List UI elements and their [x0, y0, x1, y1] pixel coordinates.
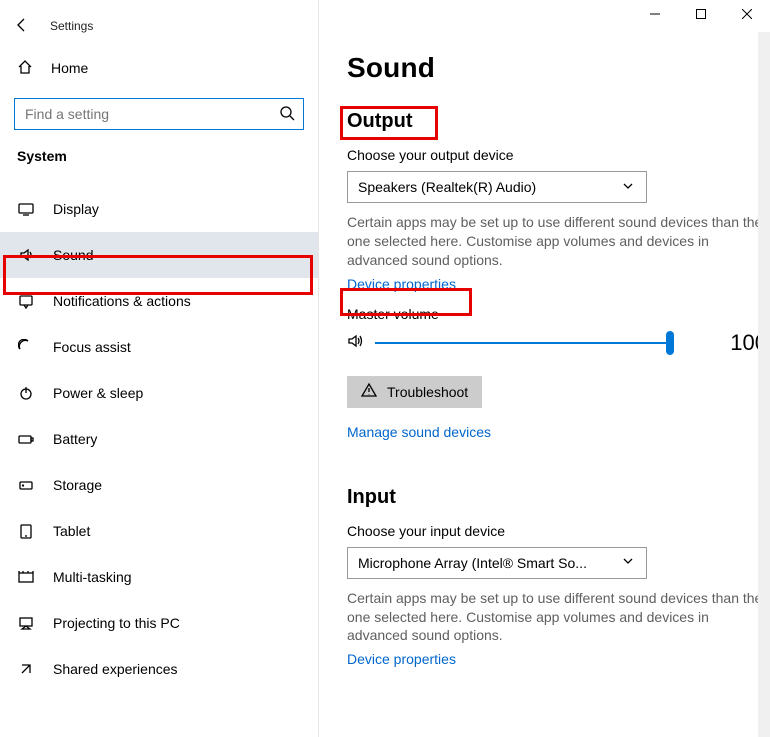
troubleshoot-button[interactable]: Troubleshoot: [347, 376, 482, 408]
output-helptext: Certain apps may be set up to use differ…: [347, 213, 767, 270]
troubleshoot-label: Troubleshoot: [387, 384, 468, 400]
sidebar-section-title: System: [0, 148, 318, 172]
sidebar-item-label: Tablet: [53, 523, 90, 539]
sidebar-item-label: Projecting to this PC: [53, 615, 180, 631]
sidebar-item-notifications[interactable]: Notifications & actions: [0, 278, 318, 324]
sidebar-item-focus-assist[interactable]: Focus assist: [0, 324, 318, 370]
input-choose-label: Choose your input device: [347, 523, 770, 539]
sidebar-item-label: Storage: [53, 477, 102, 493]
sidebar-item-label: Display: [53, 201, 99, 217]
output-device-value: Speakers (Realtek(R) Audio): [358, 179, 536, 195]
manage-sound-devices-link[interactable]: Manage sound devices: [347, 424, 491, 440]
shared-icon: [17, 661, 35, 677]
topbar: Settings: [0, 4, 318, 48]
search-input[interactable]: [14, 98, 304, 130]
scrollbar[interactable]: [758, 32, 770, 737]
home-label: Home: [51, 60, 88, 76]
display-icon: [17, 201, 35, 217]
slider-thumb[interactable]: [666, 331, 674, 355]
search-icon: [279, 105, 295, 124]
back-button[interactable]: [14, 17, 30, 36]
tablet-icon: [17, 523, 35, 539]
slider-track: [375, 342, 674, 344]
power-icon: [17, 385, 35, 401]
maximize-button[interactable]: [678, 0, 724, 28]
home-icon: [17, 59, 33, 78]
search-field[interactable]: [23, 105, 279, 123]
sidebar-item-display[interactable]: Display: [0, 186, 318, 232]
sidebar-item-label: Shared experiences: [53, 661, 178, 677]
chevron-down-icon: [620, 178, 636, 197]
input-helptext: Certain apps may be set up to use differ…: [347, 589, 767, 646]
output-device-properties-link[interactable]: Device properties: [347, 276, 456, 292]
sidebar-item-label: Battery: [53, 431, 97, 447]
sound-icon: [17, 247, 35, 263]
window-controls: [632, 0, 770, 28]
sidebar-item-label: Multi-tasking: [53, 569, 132, 585]
sidebar-item-projecting[interactable]: Projecting to this PC: [0, 600, 318, 646]
sidebar-item-shared-experiences[interactable]: Shared experiences: [0, 646, 318, 692]
sidebar: Settings Home System Display: [0, 0, 319, 737]
sidebar-item-power-sleep[interactable]: Power & sleep: [0, 370, 318, 416]
sidebar-item-label: Power & sleep: [53, 385, 143, 401]
focus-assist-icon: [17, 339, 35, 355]
sidebar-item-label: Notifications & actions: [53, 293, 191, 309]
warning-icon: [361, 382, 377, 401]
app-title: Settings: [50, 19, 93, 33]
sidebar-item-multitasking[interactable]: Multi-tasking: [0, 554, 318, 600]
output-device-select[interactable]: Speakers (Realtek(R) Audio): [347, 171, 647, 203]
input-device-select[interactable]: Microphone Array (Intel® Smart So...: [347, 547, 647, 579]
volume-slider[interactable]: [375, 331, 674, 355]
sidebar-item-tablet[interactable]: Tablet: [0, 508, 318, 554]
speaker-icon[interactable]: [347, 333, 363, 352]
sidebar-item-sound[interactable]: Sound: [0, 232, 318, 278]
content: Sound Output Choose your output device S…: [319, 0, 770, 737]
output-heading: Output: [347, 110, 413, 133]
minimize-button[interactable]: [632, 0, 678, 28]
battery-icon: [17, 431, 35, 447]
sidebar-item-label: Sound: [53, 247, 93, 263]
output-choose-label: Choose your output device: [347, 147, 770, 163]
sidebar-item-label: Focus assist: [53, 339, 131, 355]
sidebar-home[interactable]: Home: [0, 48, 318, 88]
storage-icon: [17, 477, 35, 493]
chevron-down-icon: [620, 553, 636, 572]
master-volume-label: Master volume: [347, 306, 770, 322]
sidebar-item-storage[interactable]: Storage: [0, 462, 318, 508]
projecting-icon: [17, 615, 35, 631]
input-device-value: Microphone Array (Intel® Smart So...: [358, 555, 587, 571]
page-title: Sound: [347, 52, 770, 84]
close-button[interactable]: [724, 0, 770, 28]
input-heading: Input: [347, 486, 396, 509]
sidebar-item-battery[interactable]: Battery: [0, 416, 318, 462]
notifications-icon: [17, 293, 35, 309]
input-device-properties-link[interactable]: Device properties: [347, 651, 456, 667]
multitasking-icon: [17, 569, 35, 585]
